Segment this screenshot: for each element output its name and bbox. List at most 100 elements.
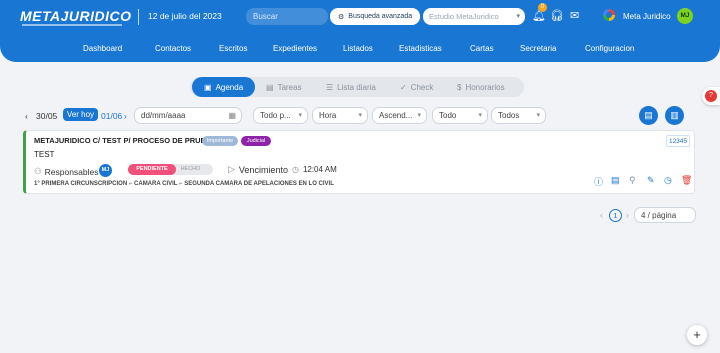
calendar-icon: ▣: [204, 82, 212, 92]
tab-label: Lista diaria: [337, 82, 376, 92]
tab-label: Honorarios: [465, 82, 505, 92]
date-input[interactable]: dd/mm/aaaa ▦: [134, 107, 242, 124]
chevron-down-icon: ▾: [478, 112, 482, 119]
chevron-down-icon: ▾: [417, 112, 421, 119]
tab-agenda[interactable]: ▣ Agenda: [192, 77, 256, 97]
tag-judicial: Judicial: [241, 136, 271, 146]
type-value: Todo p...: [260, 111, 291, 120]
order-select[interactable]: Ascend... ▾: [372, 107, 427, 124]
prev-day-icon[interactable]: ‹: [25, 111, 28, 121]
edit-icon[interactable]: ✎: [647, 175, 655, 186]
tab-tareas[interactable]: ▤ Tareas: [266, 77, 302, 97]
agenda-card[interactable]: METAJURIDICO C/ TEST P/ PROCESO DE PRUEB…: [23, 130, 695, 194]
clipboard-icon: ▤: [266, 82, 274, 92]
nav-cartas[interactable]: Cartas: [470, 44, 494, 53]
app-logo[interactable]: METAJURIDICO: [20, 8, 132, 24]
date-placeholder: dd/mm/aaaa: [141, 111, 186, 120]
case-code[interactable]: 12345: [666, 135, 690, 147]
nav-expedientes[interactable]: Expedientes: [273, 44, 317, 53]
prev-date[interactable]: 30/05: [36, 111, 57, 121]
help-button[interactable]: ?: [702, 87, 720, 105]
tab-honorarios[interactable]: $ Honorarios: [457, 77, 505, 97]
nav-contactos[interactable]: Contactos: [155, 44, 191, 53]
tab-check[interactable]: ✓ Check: [400, 77, 433, 97]
document-icon[interactable]: ▤: [611, 175, 620, 186]
bell-icon[interactable]: 🔔︎: [532, 11, 546, 22]
page-size-select[interactable]: 4 / página: [634, 207, 696, 223]
tab-label: Check: [410, 82, 434, 92]
help-icon: ?: [705, 90, 717, 102]
main-nav: Dashboard Contactos Escritos Expedientes…: [0, 44, 720, 56]
nav-estadisticas[interactable]: Estadisticas: [399, 44, 442, 53]
tag-important: Importante: [202, 136, 238, 146]
export-excel-button[interactable]: ▤: [639, 106, 658, 125]
user-icon: ⚇: [34, 166, 42, 176]
advanced-search-button[interactable]: ⚙ Busqueda avanzada: [330, 8, 420, 25]
card-title[interactable]: METAJURIDICO C/ TEST P/ PROCESO DE PRUEB…: [34, 136, 216, 145]
nav-dashboard[interactable]: Dashboard: [83, 44, 122, 53]
tab-label: Tareas: [277, 82, 302, 92]
list-icon: ☰: [326, 82, 334, 92]
pager-prev-icon[interactable]: ‹: [600, 210, 603, 220]
studio-placeholder: Estudio MetaJuridico: [429, 12, 499, 21]
type-select[interactable]: Todo p... ▾: [253, 107, 308, 124]
user-name[interactable]: Meta Juridico: [623, 12, 671, 21]
header-divider: [138, 9, 139, 25]
pager-page[interactable]: 1: [609, 209, 622, 222]
top-header: METAJURIDICO 12 de julio del 2023 Buscar…: [0, 0, 720, 62]
next-day-icon[interactable]: ›: [124, 111, 127, 121]
clock-icon: ◷: [291, 165, 299, 174]
responsables-label: Responsables: [44, 166, 99, 177]
due-info: ▷ Vencimiento ◷ 12:04 AM: [228, 164, 337, 175]
current-date: 12 de julio del 2023: [148, 11, 222, 21]
chevron-down-icon: ▾: [358, 112, 362, 119]
export-pdf-button[interactable]: ▥: [665, 106, 684, 125]
who-select[interactable]: Todos ▾: [491, 107, 546, 124]
history-icon[interactable]: ◷: [664, 175, 672, 186]
trash-icon[interactable]: 🗑︎: [681, 175, 692, 186]
status-pending-button[interactable]: PENDIENTE: [128, 164, 176, 175]
info-icon[interactable]: ⓘ: [594, 175, 603, 188]
order-value: Ascend...: [379, 111, 413, 120]
chevron-down-icon: ▾: [516, 13, 520, 20]
google-icon[interactable]: [603, 9, 615, 21]
chevron-down-icon: ▾: [298, 112, 302, 119]
money-icon: $: [457, 82, 462, 92]
sort-field-value: Hora: [319, 111, 337, 120]
chevron-down-icon: ▾: [536, 112, 540, 119]
court-path: 1° PRIMERA CIRCUNSCRIPCION ⌐ CAMARA CIVI…: [34, 181, 334, 187]
responsables: ⚇ Responsables: [34, 166, 99, 177]
nav-secretaria[interactable]: Secretaria: [520, 44, 556, 53]
avatar[interactable]: MJ: [677, 8, 693, 24]
sliders-icon: ⚙: [338, 13, 345, 21]
add-button[interactable]: +: [687, 325, 707, 345]
sort-field-select[interactable]: Hora ▾: [312, 107, 368, 124]
due-time: 12:04 AM: [302, 165, 337, 174]
who-value: Todos: [498, 111, 520, 120]
nav-listados[interactable]: Listados: [343, 44, 373, 53]
view-tabs: ▣ Agenda ▤ Tareas ☰ Lista diaria ✓ Check…: [190, 77, 524, 97]
tab-lista-diaria[interactable]: ☰ Lista diaria: [326, 77, 376, 97]
today-button[interactable]: Ver hoy: [63, 108, 98, 121]
scope-value: Todo: [439, 111, 457, 120]
responsable-avatar[interactable]: MJ: [99, 164, 112, 177]
headset-icon[interactable]: 🎧︎: [550, 11, 564, 22]
tab-label: Agenda: [215, 82, 244, 92]
calendar-icon: ▦: [228, 111, 236, 120]
send-icon: ▷: [228, 164, 235, 174]
pin-icon[interactable]: ⚲: [629, 175, 636, 186]
scope-select[interactable]: Todo ▾: [432, 107, 488, 124]
notification-badge: 0: [538, 3, 547, 12]
mail-icon[interactable]: ✉︎: [570, 11, 579, 22]
nav-escritos[interactable]: Escritos: [219, 44, 247, 53]
logo-underline: [22, 24, 122, 26]
search-input[interactable]: Buscar: [246, 8, 328, 25]
studio-select[interactable]: Estudio MetaJuridico ▾: [423, 8, 525, 25]
advanced-search-label: Busqueda avanzada: [348, 13, 413, 20]
card-description: TEST: [34, 150, 55, 159]
check-icon: ✓: [400, 82, 407, 92]
pager-next-icon[interactable]: ›: [626, 210, 629, 220]
due-label: Vencimiento: [238, 164, 288, 175]
nav-configuracion[interactable]: Configuracion: [585, 44, 634, 53]
next-date[interactable]: 01/06: [101, 111, 122, 121]
